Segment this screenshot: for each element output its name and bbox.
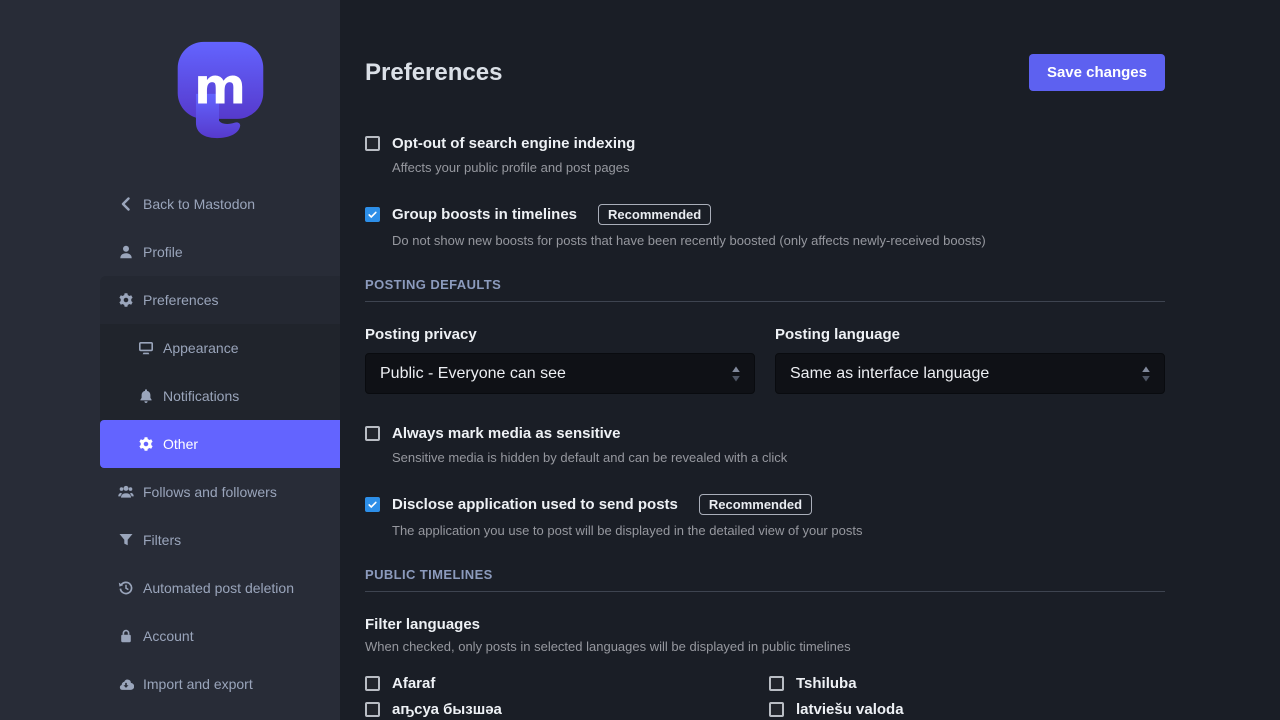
language-list: Afaraf аҧсуа бызшәа Tshiluba latviešu va… [365,675,1165,718]
gear-icon [138,436,154,452]
toggle-label[interactable]: Disclose application used to send posts [392,496,678,513]
users-icon [118,484,134,500]
select-arrows-icon [1140,364,1152,384]
nav-label: Follows and followers [143,484,277,500]
page-header: Preferences Save changes [365,54,1165,91]
history-icon [118,580,134,596]
sidebar-item-account[interactable]: Account [100,612,340,660]
checkbox-mark-media-sensitive[interactable] [365,426,380,441]
toggle-label[interactable]: Group boosts in timelines [392,206,577,223]
sidebar-item-import-and-export[interactable]: Import and export [100,660,340,708]
mastodon-logo-icon: m [173,40,267,140]
chevron-left-icon [118,196,134,212]
checkbox-language[interactable] [769,676,784,691]
nav-label: Appearance [163,340,239,356]
select-arrows-icon [730,364,742,384]
recommended-badge: Recommended [598,204,711,225]
setting-mark-media-sensitive: Always mark media as sensitive Sensitive… [365,425,1165,465]
section-title: POSTING DEFAULTS [365,277,1165,292]
nav-label: Back to Mastodon [143,196,255,212]
nav-label: Preferences [143,292,218,308]
nav-label: Import and export [143,676,253,692]
toggle-hint: The application you use to post will be … [392,523,1165,538]
sidebar-item-automated-post-deletion[interactable]: Automated post deletion [100,564,340,612]
sidebar-item-notifications[interactable]: Notifications [100,372,340,420]
main-content: Preferences Save changes Opt-out of sear… [340,0,1280,720]
recommended-badge: Recommended [699,494,812,515]
posting-privacy-select[interactable]: Public - Everyone can see [365,353,755,394]
language-label[interactable]: latviešu valoda [796,701,904,718]
checkbox-language[interactable] [769,702,784,717]
gear-icon [118,292,134,308]
language-option-abkhaz[interactable]: аҧсуа бызшәа [365,701,761,718]
posting-language-select[interactable]: Same as interface language [775,353,1165,394]
language-option-afaraf[interactable]: Afaraf [365,675,761,692]
section-title: PUBLIC TIMELINES [365,567,1165,582]
section-public-timelines: PUBLIC TIMELINES [365,567,1165,592]
select-value: Public - Everyone can see [380,365,566,383]
toggle-hint: Affects your public profile and post pag… [392,160,1165,175]
checkbox-language[interactable] [365,702,380,717]
toggle-label[interactable]: Always mark media as sensitive [392,425,620,442]
select-value: Same as interface language [790,365,989,383]
preferences-submenu: Appearance Notifications Other [100,324,340,468]
nav-label: Profile [143,244,183,260]
section-divider [365,591,1165,592]
check-icon [367,209,378,220]
user-icon [118,244,134,260]
posting-defaults-fields: Posting privacy Public - Everyone can se… [365,326,1165,394]
section-divider [365,301,1165,302]
sidebar: m Back to Mastodon Profile [0,0,340,720]
display-icon [138,340,154,356]
field-label: Posting language [775,326,1165,343]
checkbox-group-boosts[interactable] [365,207,380,222]
toggle-hint: Sensitive media is hidden by default and… [392,450,1165,465]
language-label[interactable]: Afaraf [392,675,435,692]
toggle-hint: Do not show new boosts for posts that ha… [392,233,1165,248]
sidebar-item-appearance[interactable]: Appearance [100,324,340,372]
save-changes-button[interactable]: Save changes [1029,54,1165,91]
field-label: Posting privacy [365,326,755,343]
nav-label: Automated post deletion [143,580,294,596]
setting-opt-out-indexing: Opt-out of search engine indexing Affect… [365,135,1165,175]
checkbox-opt-out-indexing[interactable] [365,136,380,151]
sidebar-item-preferences[interactable]: Preferences [100,276,340,324]
bell-icon [138,388,154,404]
section-posting-defaults: POSTING DEFAULTS [365,277,1165,302]
mastodon-settings-app: m Back to Mastodon Profile [0,0,1280,720]
toggle-label[interactable]: Opt-out of search engine indexing [392,135,635,152]
language-option-latvian[interactable]: latviešu valoda [769,701,1165,718]
cloud-download-icon [118,676,134,692]
field-posting-privacy: Posting privacy Public - Everyone can se… [365,326,755,394]
setting-disclose-application: Disclose application used to send posts … [365,494,1165,538]
nav-label: Account [143,628,194,644]
mastodon-logo[interactable]: m [100,0,340,180]
sidebar-item-back-to-mastodon[interactable]: Back to Mastodon [100,180,340,228]
lock-icon [118,628,134,644]
sidebar-item-filters[interactable]: Filters [100,516,340,564]
field-posting-language: Posting language Same as interface langu… [775,326,1165,394]
page-title: Preferences [365,59,502,87]
sidebar-item-follows-and-followers[interactable]: Follows and followers [100,468,340,516]
settings-nav: Back to Mastodon Profile Preferences [100,180,340,708]
nav-label: Other [163,436,198,452]
nav-label: Notifications [163,388,239,404]
filter-languages-block: Filter languages When checked, only post… [365,616,1165,718]
svg-text:m: m [194,57,246,115]
language-option-tshiluba[interactable]: Tshiluba [769,675,1165,692]
filter-icon [118,532,134,548]
sidebar-item-other[interactable]: Other [100,420,340,468]
language-label[interactable]: Tshiluba [796,675,857,692]
setting-group-boosts: Group boosts in timelines Recommended Do… [365,204,1165,248]
check-icon [367,499,378,510]
filter-languages-hint: When checked, only posts in selected lan… [365,639,1165,654]
checkbox-language[interactable] [365,676,380,691]
filter-languages-label: Filter languages [365,616,1165,633]
language-label[interactable]: аҧсуа бызшәа [392,701,502,718]
sidebar-item-profile[interactable]: Profile [100,228,340,276]
checkbox-disclose-application[interactable] [365,497,380,512]
nav-label: Filters [143,532,181,548]
